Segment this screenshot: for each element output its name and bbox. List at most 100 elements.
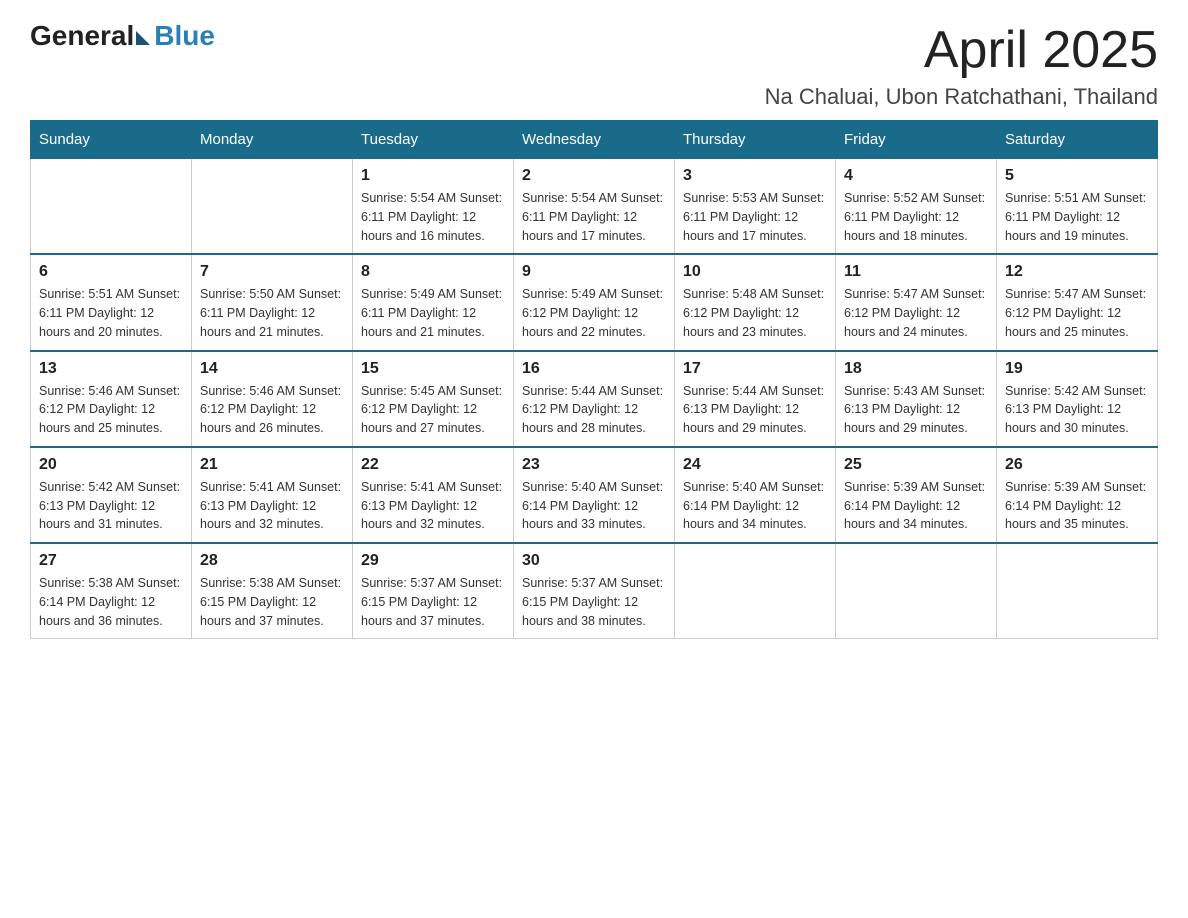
calendar-cell: 5 Sunrise: 5:51 AM Sunset: 6:11 PM Daylig…: [997, 159, 1158, 255]
day-info: Sunrise: 5:39 AM Sunset: 6:14 PM Dayligh…: [1005, 478, 1149, 534]
calendar-cell: 25Sunrise: 5:39 AM Sunset: 6:14 PM Dayli…: [836, 447, 997, 543]
day-info: Sunrise: 5:53 AM Sunset: 6:11 PM Dayligh…: [683, 189, 827, 245]
day-number: 1: [361, 167, 505, 185]
day-info: Sunrise: 5:41 AM Sunset: 6:13 PM Dayligh…: [361, 478, 505, 534]
day-number: 27: [39, 552, 183, 570]
weekday-header-tuesday: Tuesday: [353, 121, 514, 159]
weekday-header-row: SundayMondayTuesdayWednesdayThursdayFrid…: [31, 121, 1158, 159]
day-info: Sunrise: 5:48 AM Sunset: 6:12 PM Dayligh…: [683, 285, 827, 341]
title-area: April 2025 Na Chaluai, Ubon Ratchathani,…: [765, 20, 1158, 110]
day-info: Sunrise: 5:50 AM Sunset: 6:11 PM Dayligh…: [200, 285, 344, 341]
day-number: 8: [361, 263, 505, 281]
calendar-cell: [192, 159, 353, 255]
day-number: 15: [361, 360, 505, 378]
day-number: 28: [200, 552, 344, 570]
calendar-cell: 6 Sunrise: 5:51 AM Sunset: 6:11 PM Daylig…: [31, 254, 192, 350]
calendar-table: SundayMondayTuesdayWednesdayThursdayFrid…: [30, 120, 1158, 639]
weekday-header-friday: Friday: [836, 121, 997, 159]
day-number: 14: [200, 360, 344, 378]
calendar-cell: 7 Sunrise: 5:50 AM Sunset: 6:11 PM Daylig…: [192, 254, 353, 350]
day-number: 12: [1005, 263, 1149, 281]
day-number: 5: [1005, 167, 1149, 185]
day-info: Sunrise: 5:49 AM Sunset: 6:11 PM Dayligh…: [361, 285, 505, 341]
logo-general-text: General: [30, 20, 134, 52]
calendar-cell: 10 Sunrise: 5:48 AM Sunset: 6:12 PM Dayli…: [675, 254, 836, 350]
day-info: Sunrise: 5:47 AM Sunset: 6:12 PM Dayligh…: [1005, 285, 1149, 341]
weekday-header-monday: Monday: [192, 121, 353, 159]
calendar-cell: 17 Sunrise: 5:44 AM Sunset: 6:13 PM Dayli…: [675, 351, 836, 447]
day-number: 29: [361, 552, 505, 570]
day-info: Sunrise: 5:40 AM Sunset: 6:14 PM Dayligh…: [683, 478, 827, 534]
calendar-cell: 26 Sunrise: 5:39 AM Sunset: 6:14 PM Dayli…: [997, 447, 1158, 543]
calendar-cell: 1 Sunrise: 5:54 AM Sunset: 6:11 PM Daylig…: [353, 159, 514, 255]
day-number: 18: [844, 360, 988, 378]
day-info: Sunrise: 5:46 AM Sunset: 6:12 PM Dayligh…: [39, 382, 183, 438]
calendar-cell: [31, 159, 192, 255]
calendar-cell: 11 Sunrise: 5:47 AM Sunset: 6:12 PM Dayli…: [836, 254, 997, 350]
logo-blue-text: Blue: [154, 20, 215, 52]
day-info: Sunrise: 5:41 AM Sunset: 6:13 PM Dayligh…: [200, 478, 344, 534]
calendar-cell: 12 Sunrise: 5:47 AM Sunset: 6:12 PM Dayli…: [997, 254, 1158, 350]
calendar-cell: 30 Sunrise: 5:37 AM Sunset: 6:15 PM Dayli…: [514, 543, 675, 639]
day-number: 23: [522, 456, 666, 474]
day-number: 11: [844, 263, 988, 281]
logo-arrow-icon: [136, 31, 150, 45]
calendar-cell: 2 Sunrise: 5:54 AM Sunset: 6:11 PM Daylig…: [514, 159, 675, 255]
day-info: Sunrise: 5:52 AM Sunset: 6:11 PM Dayligh…: [844, 189, 988, 245]
day-number: 10: [683, 263, 827, 281]
weekday-header-thursday: Thursday: [675, 121, 836, 159]
day-number: 13: [39, 360, 183, 378]
day-number: 17: [683, 360, 827, 378]
day-number: 16: [522, 360, 666, 378]
day-info: Sunrise: 5:54 AM Sunset: 6:11 PM Dayligh…: [361, 189, 505, 245]
week-row-2: 6 Sunrise: 5:51 AM Sunset: 6:11 PM Daylig…: [31, 254, 1158, 350]
calendar-subtitle: Na Chaluai, Ubon Ratchathani, Thailand: [765, 84, 1158, 110]
week-row-5: 27 Sunrise: 5:38 AM Sunset: 6:14 PM Dayli…: [31, 543, 1158, 639]
calendar-cell: [675, 543, 836, 639]
day-number: 26: [1005, 456, 1149, 474]
calendar-cell: 28 Sunrise: 5:38 AM Sunset: 6:15 PM Dayli…: [192, 543, 353, 639]
day-info: Sunrise: 5:44 AM Sunset: 6:13 PM Dayligh…: [683, 382, 827, 438]
page-header: General Blue April 2025 Na Chaluai, Ubon…: [30, 20, 1158, 110]
day-info: Sunrise: 5:51 AM Sunset: 6:11 PM Dayligh…: [1005, 189, 1149, 245]
weekday-header-sunday: Sunday: [31, 121, 192, 159]
weekday-header-saturday: Saturday: [997, 121, 1158, 159]
calendar-cell: 27 Sunrise: 5:38 AM Sunset: 6:14 PM Dayli…: [31, 543, 192, 639]
day-number: 6: [39, 263, 183, 281]
calendar-cell: 24Sunrise: 5:40 AM Sunset: 6:14 PM Dayli…: [675, 447, 836, 543]
calendar-cell: 23 Sunrise: 5:40 AM Sunset: 6:14 PM Dayli…: [514, 447, 675, 543]
day-number: 4: [844, 167, 988, 185]
day-number: 9: [522, 263, 666, 281]
day-info: Sunrise: 5:47 AM Sunset: 6:12 PM Dayligh…: [844, 285, 988, 341]
day-number: 2: [522, 167, 666, 185]
day-info: Sunrise: 5:40 AM Sunset: 6:14 PM Dayligh…: [522, 478, 666, 534]
calendar-cell: 15 Sunrise: 5:45 AM Sunset: 6:12 PM Dayli…: [353, 351, 514, 447]
calendar-cell: 8 Sunrise: 5:49 AM Sunset: 6:11 PM Daylig…: [353, 254, 514, 350]
day-info: Sunrise: 5:44 AM Sunset: 6:12 PM Dayligh…: [522, 382, 666, 438]
calendar-cell: 21 Sunrise: 5:41 AM Sunset: 6:13 PM Dayli…: [192, 447, 353, 543]
day-number: 3: [683, 167, 827, 185]
day-info: Sunrise: 5:49 AM Sunset: 6:12 PM Dayligh…: [522, 285, 666, 341]
day-info: Sunrise: 5:38 AM Sunset: 6:15 PM Dayligh…: [200, 574, 344, 630]
weekday-header-wednesday: Wednesday: [514, 121, 675, 159]
calendar-cell: 20Sunrise: 5:42 AM Sunset: 6:13 PM Dayli…: [31, 447, 192, 543]
day-info: Sunrise: 5:42 AM Sunset: 6:13 PM Dayligh…: [39, 478, 183, 534]
week-row-4: 20Sunrise: 5:42 AM Sunset: 6:13 PM Dayli…: [31, 447, 1158, 543]
calendar-cell: 22Sunrise: 5:41 AM Sunset: 6:13 PM Dayli…: [353, 447, 514, 543]
day-info: Sunrise: 5:45 AM Sunset: 6:12 PM Dayligh…: [361, 382, 505, 438]
day-info: Sunrise: 5:46 AM Sunset: 6:12 PM Dayligh…: [200, 382, 344, 438]
calendar-cell: [836, 543, 997, 639]
calendar-cell: 4 Sunrise: 5:52 AM Sunset: 6:11 PM Daylig…: [836, 159, 997, 255]
day-info: Sunrise: 5:54 AM Sunset: 6:11 PM Dayligh…: [522, 189, 666, 245]
day-info: Sunrise: 5:38 AM Sunset: 6:14 PM Dayligh…: [39, 574, 183, 630]
day-number: 30: [522, 552, 666, 570]
day-info: Sunrise: 5:37 AM Sunset: 6:15 PM Dayligh…: [522, 574, 666, 630]
calendar-cell: 3 Sunrise: 5:53 AM Sunset: 6:11 PM Daylig…: [675, 159, 836, 255]
day-number: 7: [200, 263, 344, 281]
calendar-cell: 14 Sunrise: 5:46 AM Sunset: 6:12 PM Dayli…: [192, 351, 353, 447]
week-row-1: 1 Sunrise: 5:54 AM Sunset: 6:11 PM Daylig…: [31, 159, 1158, 255]
day-number: 21: [200, 456, 344, 474]
calendar-cell: [997, 543, 1158, 639]
calendar-cell: 9 Sunrise: 5:49 AM Sunset: 6:12 PM Daylig…: [514, 254, 675, 350]
day-info: Sunrise: 5:51 AM Sunset: 6:11 PM Dayligh…: [39, 285, 183, 341]
